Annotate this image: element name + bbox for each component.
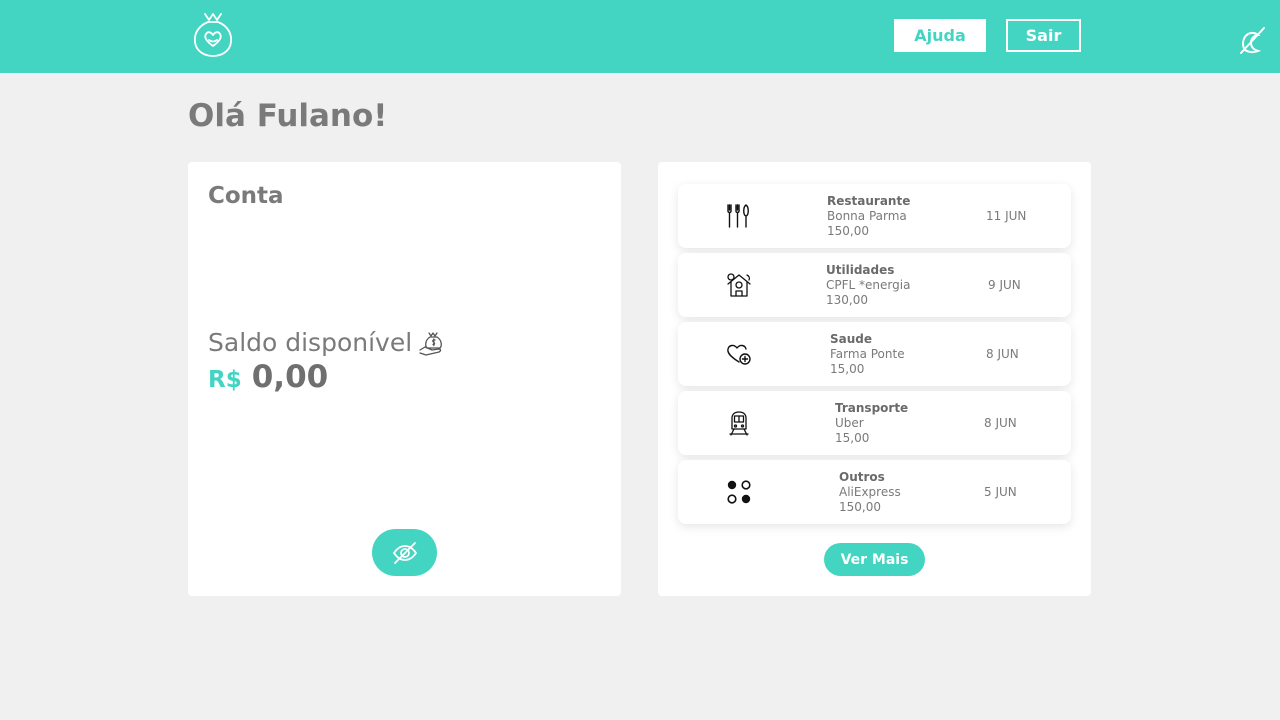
transaction-merchant: Uber xyxy=(835,416,864,430)
transaction-item[interactable]: Saude Farma Ponte 15,00 8 JUN xyxy=(678,322,1071,386)
transaction-date: 5 JUN xyxy=(984,485,1017,499)
currency-symbol: R$ xyxy=(208,367,242,393)
cutlery-icon xyxy=(727,204,749,228)
transaction-item[interactable]: Restaurante Bonna Parma 150,00 11 JUN xyxy=(678,184,1071,248)
transaction-amount: 150,00 xyxy=(839,500,881,514)
transaction-merchant: AliExpress xyxy=(839,485,901,499)
transaction-amount: 150,00 xyxy=(827,224,869,238)
eye-off-icon xyxy=(392,541,417,564)
transaction-amount: 130,00 xyxy=(826,293,868,307)
greeting-title: Olá Fulano! xyxy=(188,98,388,134)
transaction-category: Transporte xyxy=(835,401,909,415)
transaction-details: Transporte Uber 15,00 xyxy=(835,401,908,446)
money-bag-icon xyxy=(419,331,443,356)
help-button[interactable]: Ajuda xyxy=(894,19,986,52)
theme-toggle-icon[interactable] xyxy=(1236,24,1268,56)
see-more-button[interactable]: Ver Mais xyxy=(824,543,925,576)
transaction-item[interactable]: Outros AliExpress 150,00 5 JUN xyxy=(678,460,1071,524)
top-bar: Ajuda Sair xyxy=(0,0,1280,73)
transaction-amount: 15,00 xyxy=(830,362,865,376)
transaction-date: 8 JUN xyxy=(984,416,1017,430)
balance-label: Saldo disponível xyxy=(208,328,413,357)
balance-label-row: Saldo disponível xyxy=(208,328,446,357)
transaction-item[interactable]: Utilidades CPFL *energia 130,00 9 JUN xyxy=(678,253,1071,317)
transaction-category: Saude xyxy=(830,332,873,346)
transaction-details: Outros AliExpress 150,00 xyxy=(839,470,901,515)
toggle-balance-button[interactable] xyxy=(372,529,437,576)
transaction-category: Utilidades xyxy=(826,263,895,277)
transaction-category: Outros xyxy=(839,470,885,484)
balance-row: R$ 0,00 xyxy=(208,359,328,395)
transaction-category: Restaurante xyxy=(827,194,911,208)
transaction-merchant: Bonna Parma xyxy=(827,209,907,223)
transaction-merchant: Farma Ponte xyxy=(830,347,905,361)
account-title: Conta xyxy=(208,183,284,209)
transaction-item[interactable]: Transporte Uber 15,00 8 JUN xyxy=(678,391,1071,455)
heart-plus-icon xyxy=(727,344,751,365)
account-card: Conta Saldo disponível R$ 0,00 xyxy=(188,162,621,596)
transaction-amount: 15,00 xyxy=(835,431,870,445)
transaction-date: 9 JUN xyxy=(988,278,1021,292)
transaction-date: 11 JUN xyxy=(986,209,1027,223)
transaction-merchant: CPFL *energia xyxy=(826,278,911,292)
transaction-details: Saude Farma Ponte 15,00 xyxy=(830,332,905,377)
house-money-icon xyxy=(727,273,751,297)
transaction-date: 8 JUN xyxy=(986,347,1019,361)
transactions-card: Restaurante Bonna Parma 150,00 11 JUN Ut… xyxy=(658,162,1091,596)
balance-value: 0,00 xyxy=(251,359,329,395)
transaction-details: Utilidades CPFL *energia 130,00 xyxy=(826,263,910,308)
train-icon xyxy=(729,411,749,436)
logo-icon[interactable] xyxy=(192,10,234,60)
exit-button[interactable]: Sair xyxy=(1006,19,1081,52)
transaction-details: Restaurante Bonna Parma 150,00 xyxy=(827,194,910,239)
dots-icon xyxy=(727,480,751,504)
